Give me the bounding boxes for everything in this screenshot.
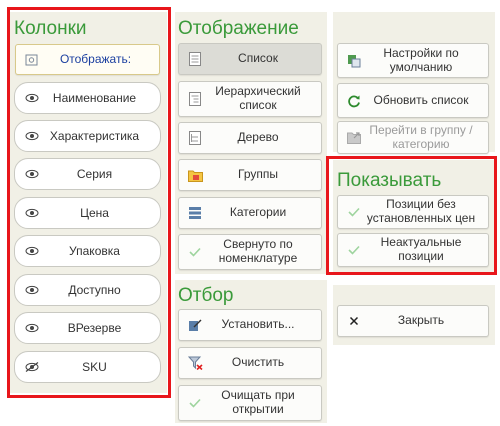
hierarchical-list-button[interactable]: Иерархический список: [178, 81, 322, 117]
close-icon: [346, 314, 362, 328]
folder-icon: [187, 168, 203, 182]
tree-view-button[interactable]: Дерево: [178, 122, 322, 154]
display-heading: Отображение: [178, 18, 299, 39]
collapsed-by-item-button[interactable]: Свернуто по номенклатуре: [178, 234, 322, 270]
set-filter-button[interactable]: Установить...: [178, 309, 322, 341]
groups-view-button[interactable]: Группы: [178, 159, 322, 191]
check-icon: [187, 396, 203, 410]
hierarchical-list-icon: [187, 92, 203, 106]
clear-filter-icon: [187, 356, 203, 370]
filter-heading: Отбор: [178, 285, 234, 306]
default-settings-icon: [346, 54, 362, 68]
refresh-list-button[interactable]: Обновить список: [337, 83, 489, 118]
go-to-group-icon: [346, 131, 362, 145]
close-button[interactable]: Закрыть: [337, 305, 489, 337]
check-icon: [187, 245, 203, 259]
list-view-button[interactable]: Список: [178, 43, 322, 75]
categories-view-button[interactable]: Категории: [178, 197, 322, 229]
go-to-group-button[interactable]: Перейти в группу / категорию: [337, 121, 489, 154]
refresh-icon: [346, 94, 362, 108]
set-filter-icon: [187, 318, 203, 332]
categories-icon: [187, 206, 203, 220]
tree-icon: [187, 131, 203, 145]
show-highlight: [326, 156, 497, 275]
clear-filter-button[interactable]: Очистить: [178, 347, 322, 379]
default-settings-button[interactable]: Настройки по умолчанию: [337, 43, 489, 78]
columns-highlight: [7, 7, 171, 398]
list-icon: [187, 52, 203, 66]
clear-on-open-button[interactable]: Очищать при открытии: [178, 385, 322, 421]
